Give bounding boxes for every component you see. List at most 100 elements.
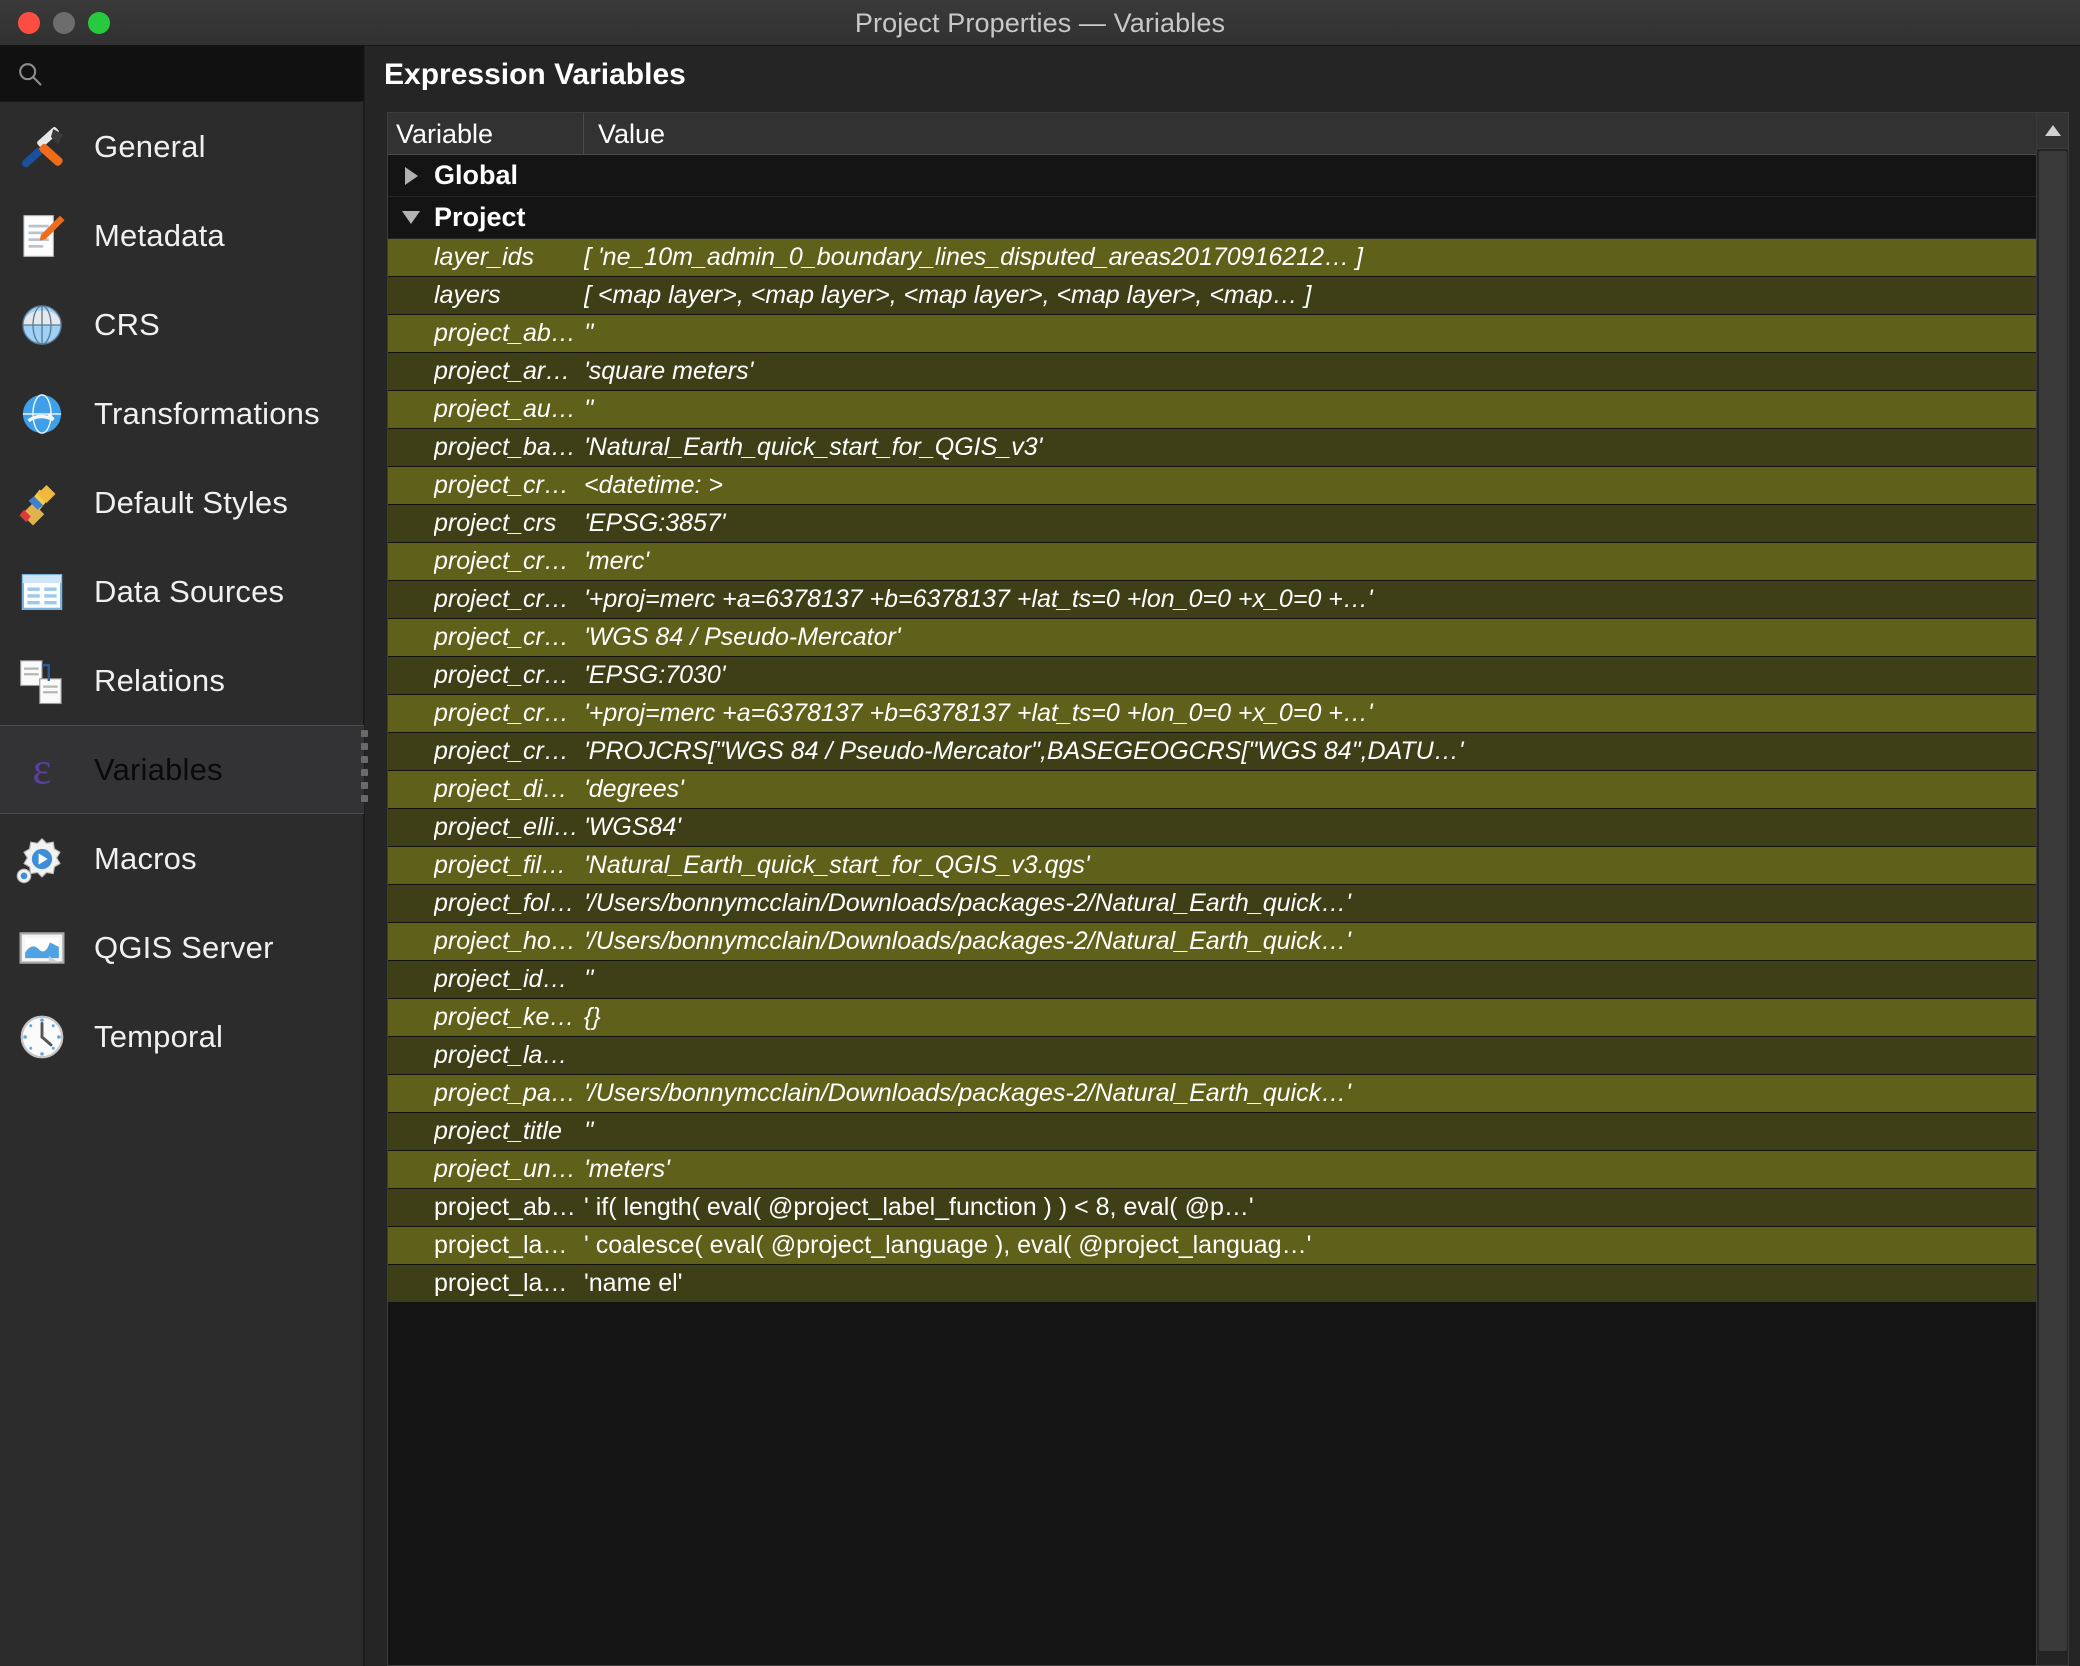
variable-value-cell[interactable]: '/Users/bonnymcclain/Downloads/packages-… (584, 889, 2038, 918)
variable-value-cell[interactable]: [ 'ne_10m_admin_0_boundary_lines_dispute… (584, 243, 2038, 272)
variable-value-cell[interactable]: 'EPSG:3857' (584, 509, 2038, 538)
sidebar-item-variables[interactable]: ɛ Variables (0, 725, 364, 814)
variable-value-cell[interactable]: ' coalesce( eval( @project_language ), e… (584, 1231, 2038, 1260)
table-row[interactable]: project_id… '' (388, 961, 2038, 999)
variable-name-cell[interactable]: project_un… (434, 1155, 584, 1184)
table-row[interactable]: project_cr…'merc' (388, 543, 2038, 581)
variable-name-cell[interactable]: project_elli… (434, 813, 584, 842)
variable-value-cell[interactable]: 'name el' (584, 1269, 2038, 1298)
variable-name-cell[interactable]: project_la… (434, 1269, 584, 1298)
variable-name-cell[interactable]: project_pa… (434, 1079, 584, 1108)
variable-value-cell[interactable]: <datetime: > (584, 471, 2038, 500)
table-row[interactable]: project_ab… ' if( length( eval( @project_… (388, 1189, 2038, 1227)
variable-value-cell[interactable]: 'merc' (584, 547, 2038, 576)
sidebar-item-macros[interactable]: Macros (0, 814, 364, 903)
variable-name-cell[interactable]: layer_ids (434, 243, 584, 272)
sidebar-item-metadata[interactable]: Metadata (0, 191, 364, 280)
variable-value-cell[interactable]: '' (584, 965, 2038, 994)
scrollbar-thumb[interactable] (2039, 151, 2067, 1651)
table-row[interactable]: project_ar…'square meters' (388, 353, 2038, 391)
variable-value-cell[interactable]: 'WGS84' (584, 813, 2038, 842)
table-row[interactable]: project_ke…{} (388, 999, 2038, 1037)
table-row[interactable]: project_cr… <datetime: > (388, 467, 2038, 505)
sidebar-item-qgis-server[interactable]: QGIS Server (0, 903, 364, 992)
variable-name-cell[interactable]: project_cr… (434, 585, 584, 614)
variable-name-cell[interactable]: project_title (434, 1117, 584, 1146)
search-input[interactable] (54, 54, 354, 94)
variable-name-cell[interactable]: project_id… (434, 965, 584, 994)
table-row[interactable]: project_ab… '' (388, 315, 2038, 353)
table-row[interactable]: project_ho… '/Users/bonnymcclain/Download… (388, 923, 2038, 961)
variable-name-cell[interactable]: project_cr… (434, 547, 584, 576)
table-row[interactable]: project_la…'name el' (388, 1265, 2038, 1303)
table-row[interactable]: project_la… ' coalesce( eval( @project_la… (388, 1227, 2038, 1265)
sidebar-item-default-styles[interactable]: Default Styles (0, 458, 364, 547)
table-row[interactable]: layer_ids[ 'ne_10m_admin_0_boundary_line… (388, 239, 2038, 277)
chevron-down-icon[interactable] (388, 211, 434, 224)
variable-value-cell[interactable]: '' (584, 1117, 2038, 1146)
table-row[interactable]: project_fol… '/Users/bonnymcclain/Downloa… (388, 885, 2038, 923)
variable-value-cell[interactable]: '' (584, 319, 2038, 348)
variable-value-cell[interactable]: '' (584, 395, 2038, 424)
variable-value-cell[interactable]: [ <map layer>, <map layer>, <map layer>,… (584, 281, 2038, 310)
sidebar-item-crs[interactable]: CRS (0, 280, 364, 369)
sidebar-search[interactable] (0, 46, 364, 102)
chevron-right-icon[interactable] (388, 166, 434, 185)
variable-name-cell[interactable]: project_cr… (434, 471, 584, 500)
table-row[interactable]: project_ba… 'Natural_Earth_quick_start_fo… (388, 429, 2038, 467)
variable-value-cell[interactable]: 'EPSG:7030' (584, 661, 2038, 690)
table-row[interactable]: project_crs 'EPSG:3857' (388, 505, 2038, 543)
table-row[interactable]: project_cr… 'WGS 84 / Pseudo-Mercator' (388, 619, 2038, 657)
variable-value-cell[interactable]: ' if( length( eval( @project_label_funct… (584, 1193, 2038, 1222)
table-row[interactable]: project_cr… '+proj=merc +a=6378137 +b=637… (388, 695, 2038, 733)
variable-name-cell[interactable]: project_cr… (434, 737, 584, 766)
sidebar-item-data-sources[interactable]: Data Sources (0, 547, 364, 636)
table-row[interactable]: project_la… (388, 1037, 2038, 1075)
variable-value-cell[interactable]: {} (584, 1003, 2038, 1032)
sidebar-item-general[interactable]: General (0, 102, 364, 191)
table-row[interactable]: project_au… '' (388, 391, 2038, 429)
table-row[interactable]: project_pa… '/Users/bonnymcclain/Download… (388, 1075, 2038, 1113)
column-header-value[interactable]: Value (584, 113, 2038, 154)
variable-name-cell[interactable]: project_ab… (434, 319, 584, 348)
table-row[interactable]: project_cr… 'PROJCRS["WGS 84 / Pseudo-Mer… (388, 733, 2038, 771)
variable-value-cell[interactable]: 'degrees' (584, 775, 2038, 804)
column-header-variable[interactable]: Variable (388, 113, 584, 154)
vertical-scrollbar[interactable] (2036, 113, 2068, 1665)
variable-name-cell[interactable]: project_ar… (434, 357, 584, 386)
variable-name-cell[interactable]: project_ab… (434, 1193, 584, 1222)
sidebar-item-relations[interactable]: Relations (0, 636, 364, 725)
variable-value-cell[interactable]: '+proj=merc +a=6378137 +b=6378137 +lat_t… (584, 585, 2038, 614)
variable-name-cell[interactable]: project_cr… (434, 623, 584, 652)
pane-splitter-handle[interactable] (357, 706, 371, 826)
table-row[interactable]: project_cr… '+proj=merc +a=6378137 +b=637… (388, 581, 2038, 619)
variable-name-cell[interactable]: project_ke… (434, 1003, 584, 1032)
variable-value-cell[interactable]: 'WGS 84 / Pseudo-Mercator' (584, 623, 2038, 652)
variable-value-cell[interactable]: 'PROJCRS["WGS 84 / Pseudo-Mercator",BASE… (584, 737, 2038, 766)
variable-name-cell[interactable]: project_ho… (434, 927, 584, 956)
sidebar-item-temporal[interactable]: Temporal (0, 992, 364, 1081)
variable-value-cell[interactable]: 'Natural_Earth_quick_start_for_QGIS_v3.q… (584, 851, 2038, 880)
variable-name-cell[interactable]: project_fil… (434, 851, 584, 880)
variable-name-cell[interactable]: project_la… (434, 1231, 584, 1260)
variable-name-cell[interactable]: project_la… (434, 1041, 584, 1070)
table-row[interactable]: project_di…'degrees' (388, 771, 2038, 809)
scroll-up-button[interactable] (2037, 113, 2068, 149)
variable-name-cell[interactable]: project_di… (434, 775, 584, 804)
variable-name-cell[interactable]: project_fol… (434, 889, 584, 918)
variable-name-cell[interactable]: project_cr… (434, 661, 584, 690)
table-row[interactable]: project_un…'meters' (388, 1151, 2038, 1189)
variable-name-cell[interactable]: project_crs (434, 509, 584, 538)
variable-value-cell[interactable]: 'square meters' (584, 357, 2038, 386)
variable-name-cell[interactable]: project_au… (434, 395, 584, 424)
table-row[interactable]: project_cr… 'EPSG:7030' (388, 657, 2038, 695)
table-row[interactable]: project_fil… 'Natural_Earth_quick_start_f… (388, 847, 2038, 885)
variable-value-cell[interactable]: 'meters' (584, 1155, 2038, 1184)
table-row[interactable]: project_elli… 'WGS84' (388, 809, 2038, 847)
variable-value-cell[interactable]: '/Users/bonnymcclain/Downloads/packages-… (584, 927, 2038, 956)
table-group-row-global[interactable]: Global (388, 155, 2038, 197)
variable-value-cell[interactable]: '/Users/bonnymcclain/Downloads/packages-… (584, 1079, 2038, 1108)
variable-name-cell[interactable]: project_cr… (434, 699, 584, 728)
sidebar-item-transformations[interactable]: Transformations (0, 369, 364, 458)
variable-name-cell[interactable]: project_ba… (434, 433, 584, 462)
